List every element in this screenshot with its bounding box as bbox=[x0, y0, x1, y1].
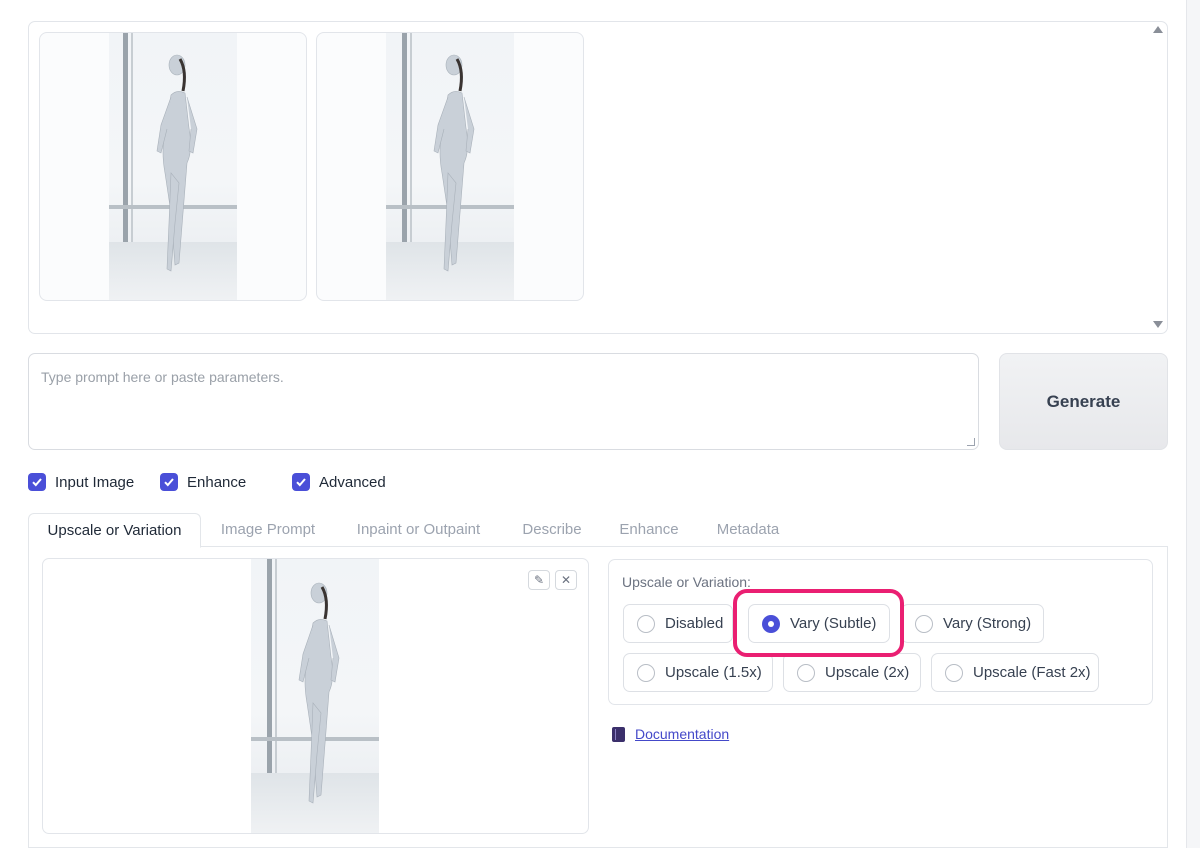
photo-1 bbox=[109, 33, 237, 300]
tab-metadata[interactable]: Metadata bbox=[706, 513, 790, 547]
checkbox-checked-icon bbox=[160, 473, 178, 491]
documentation-label: Documentation bbox=[635, 726, 730, 742]
radio-circle-icon bbox=[637, 614, 655, 633]
radio-circle-icon bbox=[945, 663, 963, 682]
gallery-image-1[interactable] bbox=[39, 32, 307, 301]
page-scrollbar[interactable] bbox=[1186, 0, 1200, 848]
radio-circle-icon bbox=[797, 663, 815, 682]
tab-enhance[interactable]: Enhance bbox=[610, 513, 688, 547]
radio-label: Upscale (Fast 2x) bbox=[973, 664, 1091, 681]
checkbox-checked-icon bbox=[28, 473, 46, 491]
book-icon bbox=[612, 726, 625, 742]
gallery-image-2[interactable] bbox=[316, 32, 584, 301]
tab-describe[interactable]: Describe bbox=[512, 513, 592, 547]
edit-pencil-icon[interactable]: ✎ bbox=[528, 570, 550, 590]
radio-upscale-1-5x[interactable]: Upscale (1.5x) bbox=[623, 653, 773, 692]
advanced-checkbox[interactable]: Advanced bbox=[292, 473, 386, 491]
radio-vary-strong[interactable]: Vary (Strong) bbox=[901, 604, 1044, 643]
gallery-scroll-up-icon[interactable] bbox=[1153, 26, 1163, 33]
radio-label: Upscale (1.5x) bbox=[665, 664, 762, 681]
radio-label: Upscale (2x) bbox=[825, 664, 910, 681]
photo-2 bbox=[386, 33, 514, 300]
enhance-checkbox[interactable]: Enhance bbox=[160, 473, 246, 491]
resize-handle-icon[interactable] bbox=[967, 438, 975, 446]
checkbox-checked-icon bbox=[292, 473, 310, 491]
prompt-box bbox=[28, 353, 979, 450]
radio-label: Disabled bbox=[665, 615, 724, 632]
radio-label: Vary (Strong) bbox=[943, 615, 1032, 632]
input-image-label: Input Image bbox=[55, 473, 135, 491]
advanced-label: Advanced bbox=[319, 473, 386, 491]
output-gallery bbox=[28, 21, 1168, 334]
radio-circle-icon bbox=[915, 614, 933, 633]
input-image-area[interactable]: ✎ ✕ bbox=[42, 558, 589, 834]
radio-circle-icon bbox=[637, 663, 655, 682]
gallery-scroll-down-icon[interactable] bbox=[1153, 321, 1163, 328]
radio-upscale-2x[interactable]: Upscale (2x) bbox=[783, 653, 921, 692]
enhance-label: Enhance bbox=[187, 473, 247, 491]
tab-image-prompt[interactable]: Image Prompt bbox=[208, 513, 328, 547]
close-icon[interactable]: ✕ bbox=[555, 570, 577, 590]
documentation-link[interactable]: Documentation bbox=[608, 726, 729, 742]
generate-button[interactable]: Generate bbox=[999, 353, 1168, 450]
prompt-input[interactable] bbox=[29, 354, 978, 449]
input-photo bbox=[251, 559, 379, 833]
highlight-annotation bbox=[733, 589, 904, 657]
radio-disabled[interactable]: Disabled bbox=[623, 604, 733, 643]
radio-upscale-fast-2x[interactable]: Upscale (Fast 2x) bbox=[931, 653, 1099, 692]
input-image-checkbox[interactable]: Input Image bbox=[28, 473, 134, 491]
tab-inpaint-or-outpaint[interactable]: Inpaint or Outpaint bbox=[343, 513, 494, 547]
tab-upscale-or-variation[interactable]: Upscale or Variation bbox=[28, 513, 201, 548]
upscale-or-variation-title: Upscale or Variation: bbox=[622, 574, 751, 590]
tab-bar: Upscale or Variation Image Prompt Inpain… bbox=[28, 513, 1168, 548]
